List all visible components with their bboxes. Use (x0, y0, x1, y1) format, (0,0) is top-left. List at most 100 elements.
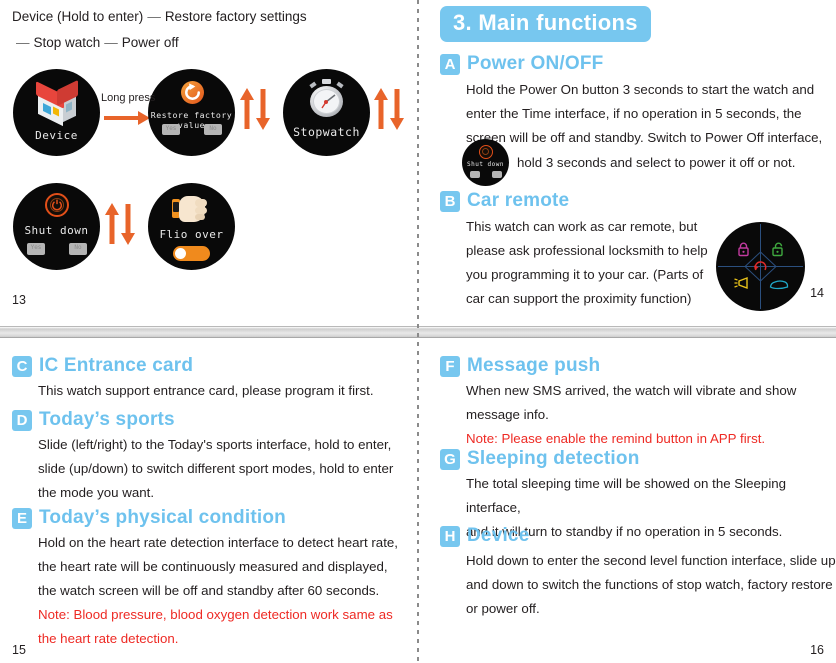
section-d-line-3: the mode you want. (38, 485, 155, 500)
section-e-line-2: the heart rate will be continuously meas… (38, 559, 388, 574)
badge-g: G (440, 448, 460, 470)
section-e-note-1: Note: Blood pressure, blood oxygen detec… (38, 607, 393, 622)
section-b: B Car remote This watch can work as car … (440, 190, 720, 311)
section-f-title: Message push (467, 355, 601, 376)
section-b-line-4: car can support the proximity function) (466, 291, 692, 306)
power-icon (45, 193, 69, 217)
car-trunk-icon (769, 278, 789, 296)
section-e: E Today’s physical condition Hold on the… (12, 507, 398, 651)
section-a: A Power ON/OFF Hold the Power On button … (440, 53, 822, 150)
section-a-title: Power ON/OFF (467, 53, 604, 74)
up-down-arrows-icon-1 (240, 88, 270, 130)
header-device-label: Device (Hold to enter) (12, 9, 144, 24)
horn-icon (734, 276, 752, 296)
header-dash-3: — (104, 35, 118, 50)
section-h-line-2: and down to switch the functions of stop… (466, 577, 833, 592)
badge-b: B (440, 190, 460, 212)
section-h: H Device Hold down to enter the second l… (440, 525, 836, 621)
inline-no-chip[interactable] (492, 171, 502, 178)
watch-restore-factory: Restore factory value Yes No (148, 69, 235, 156)
section-g-line-1: The total sleeping time will be showed o… (466, 476, 787, 515)
restore-yes-label: Yes (165, 125, 177, 132)
lock-closed-icon (737, 242, 750, 262)
section-f-line-2: message info. (466, 407, 549, 422)
page-14: 3. Main functions A Power ON/OFF Hold th… (418, 0, 836, 325)
section-b-title: Car remote (467, 190, 570, 211)
section-e-line-3: the watch screen will be off and standby… (38, 583, 380, 598)
inline-yes-chip[interactable] (470, 171, 480, 178)
section-a-body: Hold the Power On button 3 seconds to st… (440, 78, 822, 150)
page13-header: Device (Hold to enter) — Restore factory s… (12, 4, 307, 56)
section-h-body: Hold down to enter the second level func… (440, 549, 836, 621)
watch-car-remote (716, 222, 805, 311)
section-d-body: Slide (left/right) to the Today's sports… (12, 433, 393, 505)
up-down-arrows-icon-3 (105, 203, 135, 245)
section-f-heading: F Message push (440, 355, 796, 377)
long-press-arrow-icon (104, 111, 150, 125)
circular-arrow-icon (752, 258, 769, 280)
watch-device-label: Device (35, 129, 78, 142)
watch-flip-over: Flio over (148, 183, 235, 270)
flip-over-toggle[interactable] (173, 246, 210, 261)
vertical-page-divider (417, 0, 419, 663)
shutdown-yes-label: Yes (30, 244, 42, 251)
header-dash-1: — (147, 9, 161, 24)
page-number-15: 15 (12, 643, 26, 657)
watch-flipover-label: Flio over (159, 228, 224, 241)
section-e-line-1: Hold on the heart rate detection interfa… (38, 535, 398, 550)
section-b-line-3: you programming it to your car. (Parts o… (466, 267, 704, 282)
restore-yes-chip[interactable]: Yes (162, 124, 180, 135)
page-number-14: 14 (810, 286, 824, 300)
restore-no-chip[interactable]: No (204, 124, 222, 135)
badge-f: F (440, 355, 460, 377)
section-banner: 3. Main functions (440, 6, 651, 42)
section-d-title: Today’s sports (39, 409, 175, 430)
section-d: D Today’s sports Slide (left/right) to t… (12, 409, 393, 505)
section-d-line-1: Slide (left/right) to the Today's sports… (38, 437, 392, 452)
page-16: F Message push When new SMS arrived, the… (418, 340, 836, 663)
section-a-line-2: enter the Time interface, if no operatio… (466, 106, 802, 121)
section-c-heading: C IC Entrance card (12, 355, 374, 377)
section-b-line-1: This watch can work as car remote, but (466, 219, 698, 234)
restore-no-label: No (209, 125, 217, 132)
section-h-heading: H Device (440, 525, 836, 547)
page-15: C IC Entrance card This watch support en… (0, 340, 418, 663)
section-c-body: This watch support entrance card, please… (12, 379, 374, 403)
manual-spread: Device (Hold to enter) — Restore factory s… (0, 0, 836, 663)
inline-watch-shutdown: Shut down (462, 139, 509, 186)
shutdown-no-label: No (74, 244, 82, 251)
section-f-line-1: When new SMS arrived, the watch will vib… (466, 383, 797, 398)
stopwatch-icon (309, 79, 344, 117)
section-e-heading: E Today’s physical condition (12, 507, 398, 529)
shutdown-no-chip[interactable]: No (69, 243, 87, 255)
up-down-arrows-icon-2 (374, 88, 404, 130)
watch-device: Device (13, 69, 100, 156)
header-dash-2: — (16, 35, 30, 50)
header-line-2: — Stop watch — Power off (12, 30, 307, 56)
badge-d: D (12, 409, 32, 431)
wrist-watch-hand-icon (172, 196, 216, 224)
section-b-line-2: please ask professional locksmith to hel… (466, 243, 708, 258)
section-title: 3. Main functions (440, 6, 651, 42)
header-stopwatch-label: Stop watch (33, 35, 101, 50)
section-a-line-1: Hold the Power On button 3 seconds to st… (466, 82, 815, 97)
inline-watch-shutdown-label: Shut down (466, 161, 504, 168)
section-b-body: This watch can work as car remote, but p… (440, 215, 720, 311)
power-icon-small (479, 145, 493, 159)
badge-c: C (12, 355, 32, 377)
watch-stopwatch: Stopwatch (283, 69, 370, 156)
section-a-heading: A Power ON/OFF (440, 53, 822, 75)
section-f: F Message push When new SMS arrived, the… (440, 355, 796, 451)
section-a-after-watch-text: hold 3 seconds and select to power it of… (517, 155, 796, 170)
section-c: C IC Entrance card This watch support en… (12, 355, 374, 403)
section-c-line-1: This watch support entrance card, please… (38, 383, 374, 398)
section-g-heading: G Sleeping detection (440, 448, 836, 470)
header-poweroff-label: Power off (121, 35, 179, 50)
shutdown-yes-chip[interactable]: Yes (27, 243, 45, 255)
badge-e: E (12, 507, 32, 529)
section-b-heading: B Car remote (440, 190, 720, 212)
section-g-title: Sleeping detection (467, 448, 640, 469)
watch-stopwatch-label: Stopwatch (293, 125, 360, 139)
watch-shutdown-label: Shut down (24, 224, 89, 237)
section-e-body: Hold on the heart rate detection interfa… (12, 531, 398, 651)
